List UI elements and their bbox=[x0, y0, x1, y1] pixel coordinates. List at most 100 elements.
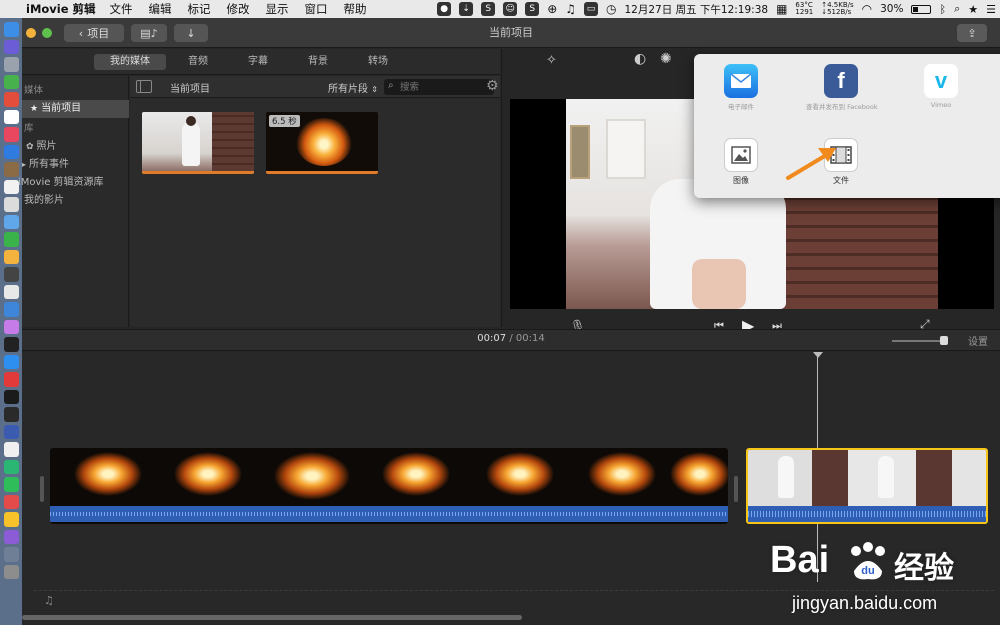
app-menu[interactable]: iMovie 剪辑 bbox=[26, 1, 96, 17]
share-facebook-option[interactable]: f 查看并发布到 Facebook bbox=[806, 64, 878, 111]
clip-filter-value: 所有片段 bbox=[328, 84, 368, 95]
film-music-icon: ▤♪ bbox=[140, 26, 158, 40]
notification-center-icon[interactable]: ☰ bbox=[986, 3, 996, 16]
podcasts-dock-icon[interactable] bbox=[3, 319, 19, 334]
notes-dock-icon[interactable] bbox=[3, 109, 19, 124]
chrome-dock-icon[interactable] bbox=[3, 92, 19, 107]
share-email-option[interactable]: 电子邮件 bbox=[706, 64, 776, 111]
s-app-icon[interactable]: S bbox=[481, 2, 496, 16]
menu-edit[interactable]: 编辑 bbox=[149, 1, 172, 17]
terminal-dock-icon[interactable] bbox=[3, 389, 19, 404]
vpn-dock-icon[interactable] bbox=[3, 424, 19, 439]
tab-backgrounds[interactable]: 背景 bbox=[292, 54, 344, 70]
sidebar-item-current-project[interactable]: ★ 当前项目 bbox=[22, 100, 129, 118]
app-dock-icon[interactable] bbox=[3, 459, 19, 474]
tab-titles[interactable]: 字幕 bbox=[232, 54, 284, 70]
appstore-dock-icon[interactable] bbox=[3, 302, 19, 317]
search-icon[interactable]: ⌕ bbox=[954, 2, 960, 16]
audio-waveform bbox=[50, 506, 728, 522]
tab-transitions[interactable]: 转场 bbox=[352, 54, 404, 70]
color-balance-icon[interactable]: ◐ bbox=[634, 51, 646, 67]
gear-icon[interactable]: ⚙ bbox=[486, 78, 499, 94]
music-icon[interactable]: ♫ bbox=[565, 2, 576, 16]
document-dock-icon[interactable] bbox=[3, 547, 19, 562]
qq-icon[interactable]: ☺ bbox=[503, 2, 518, 16]
magic-wand-icon[interactable]: ✧ bbox=[546, 53, 557, 68]
zoom-slider[interactable] bbox=[892, 336, 948, 345]
appstore2-dock-icon[interactable] bbox=[3, 354, 19, 369]
battery-icon[interactable] bbox=[911, 4, 932, 14]
s-square-icon[interactable]: S bbox=[525, 2, 540, 16]
projects-back-button[interactable]: ‹ 项目 bbox=[64, 24, 124, 42]
mail-dock-icon[interactable] bbox=[3, 214, 19, 229]
preview-dock-icon[interactable] bbox=[3, 197, 19, 212]
globe-icon[interactable]: ⊕ bbox=[547, 2, 557, 16]
sidebar-item-all-events[interactable]: ▸ 所有事件 bbox=[22, 156, 129, 174]
media-library-button[interactable]: ▤♪ bbox=[131, 24, 167, 42]
clip-handle[interactable] bbox=[40, 476, 44, 502]
activity-monitor-dock-icon[interactable] bbox=[3, 407, 19, 422]
import-button[interactable]: ↓ bbox=[174, 24, 208, 42]
share-vimeo-option[interactable]: v Vimeo bbox=[906, 64, 976, 109]
download-icon[interactable]: ⇣ bbox=[459, 2, 474, 16]
clip-handle[interactable] bbox=[734, 476, 738, 502]
share-button[interactable]: ⇪ bbox=[957, 24, 987, 42]
menu-window[interactable]: 窗口 bbox=[305, 1, 328, 17]
chat-icon[interactable]: ▭ bbox=[584, 2, 599, 16]
share-image-option[interactable]: 图像 bbox=[706, 138, 776, 186]
menu-modify[interactable]: 修改 bbox=[227, 1, 250, 17]
vivaldi-dock-icon[interactable] bbox=[3, 372, 19, 387]
minimize-button[interactable] bbox=[26, 28, 36, 38]
photos-dock-icon[interactable] bbox=[3, 249, 19, 264]
menu-mark[interactable]: 标记 bbox=[188, 1, 211, 17]
timeline-clip-selected[interactable] bbox=[746, 448, 988, 524]
clip-filter-select[interactable]: 所有片段 ⇕ bbox=[328, 80, 378, 95]
appletv-dock-icon[interactable] bbox=[3, 337, 19, 352]
zoom-button[interactable] bbox=[42, 28, 52, 38]
imovie-dock-icon[interactable] bbox=[3, 512, 19, 527]
contacts-dock-icon[interactable] bbox=[3, 162, 19, 177]
siri-dock-icon[interactable] bbox=[3, 39, 19, 54]
android-dock-icon[interactable] bbox=[3, 74, 19, 89]
clip-thumbnail[interactable]: 6.5 秒 bbox=[266, 112, 378, 174]
photos-icon: ✿ bbox=[26, 142, 34, 152]
menu-file[interactable]: 文件 bbox=[110, 1, 133, 17]
bluetooth-icon[interactable]: ᛒ bbox=[939, 3, 946, 16]
palette-icon[interactable]: ✺ bbox=[660, 51, 672, 67]
zoom-slider-thumb[interactable] bbox=[940, 336, 948, 345]
menu-view[interactable]: 显示 bbox=[266, 1, 289, 17]
safari-dock-icon[interactable] bbox=[3, 144, 19, 159]
sidebar-item-photos[interactable]: ✿ 照片 bbox=[22, 138, 129, 156]
yandex-dock-icon[interactable] bbox=[3, 442, 19, 457]
search-input[interactable] bbox=[400, 80, 490, 94]
clip-thumbnail[interactable] bbox=[142, 112, 254, 174]
tab-my-media[interactable]: 我的媒体 bbox=[94, 54, 166, 70]
netease-dock-icon[interactable] bbox=[3, 494, 19, 509]
camera-dock-icon[interactable] bbox=[3, 267, 19, 282]
search-field[interactable]: ⌕ bbox=[384, 79, 494, 95]
wechat-dock-icon[interactable] bbox=[3, 232, 19, 247]
clock[interactable]: 12月27日 周五 下午12:19:38 bbox=[625, 2, 769, 17]
clip-usage-bar bbox=[142, 171, 254, 174]
star-icon[interactable]: ★ bbox=[968, 3, 978, 16]
wifi-icon[interactable]: ◠ bbox=[862, 2, 872, 16]
finder-dock-icon[interactable] bbox=[3, 22, 19, 37]
sidebar-toggle-icon[interactable] bbox=[136, 80, 152, 93]
calendar-dock-icon[interactable] bbox=[3, 179, 19, 194]
sidebar-item-my-movies[interactable]: 我的影片 bbox=[22, 192, 129, 210]
music-dock-icon[interactable] bbox=[3, 127, 19, 142]
wechat2-dock-icon[interactable] bbox=[3, 477, 19, 492]
trash-dock-icon[interactable] bbox=[3, 564, 19, 579]
menu-help[interactable]: 帮助 bbox=[344, 1, 367, 17]
launchpad-dock-icon[interactable] bbox=[3, 57, 19, 72]
tab-audio[interactable]: 音频 bbox=[172, 54, 224, 70]
clock-icon[interactable]: ◷ bbox=[606, 2, 616, 16]
grid-icon[interactable]: ▦ bbox=[776, 2, 787, 16]
timeline-scrollbar[interactable] bbox=[22, 615, 522, 620]
timeline-clip-fire[interactable] bbox=[50, 448, 728, 524]
status-app-icon[interactable]: ● bbox=[437, 2, 452, 16]
timeline-settings-button[interactable]: 设置 bbox=[968, 333, 988, 348]
sidebar-item-imovie-library[interactable]: iMovie 剪辑资源库 bbox=[18, 174, 125, 192]
keynote-dock-icon[interactable] bbox=[3, 284, 19, 299]
imovie-star-dock-icon[interactable] bbox=[3, 529, 19, 544]
